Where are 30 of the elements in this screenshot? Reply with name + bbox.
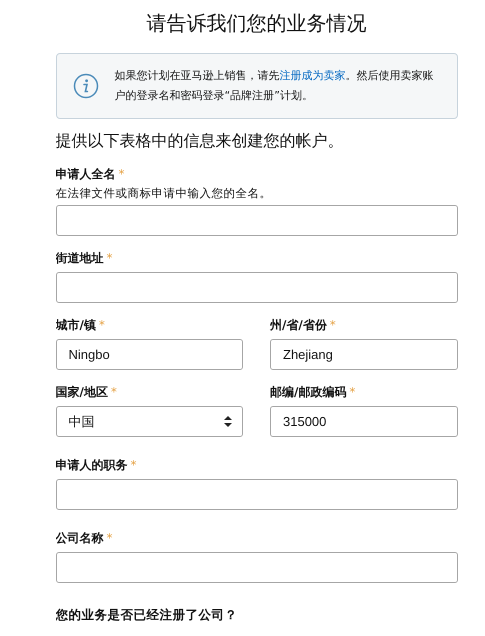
text-field[interactable] [56, 552, 458, 583]
required-asterisk: * [106, 251, 112, 265]
field-label: 国家/地区 [56, 385, 108, 399]
page-title: 请告诉我们您的业务情况 [146, 10, 368, 37]
field-label: 邮编/邮政编码 [270, 385, 346, 399]
text-field[interactable]: 315000 [270, 406, 458, 437]
field-label: 街道地址 [56, 251, 104, 265]
text-field[interactable] [56, 479, 458, 510]
text-field[interactable] [56, 272, 458, 303]
required-asterisk: * [98, 318, 105, 332]
section-intro: 提供以下表格中的信息来创建您的帐户。 [56, 131, 344, 152]
text-field[interactable] [56, 205, 458, 236]
info-icon [72, 73, 98, 99]
required-asterisk: * [106, 531, 112, 545]
field-hint: 在法律文件或商标申请中输入您的全名。 [56, 186, 272, 201]
country-select[interactable]: 中国 [56, 406, 243, 437]
required-asterisk: * [130, 458, 136, 472]
updown-caret-icon [224, 416, 232, 427]
field-label: 申请人全名 [56, 167, 116, 181]
required-asterisk: * [349, 385, 356, 399]
text-field[interactable]: Ningbo [56, 339, 243, 370]
register-link[interactable]: 注册成为卖家 [280, 69, 346, 82]
required-asterisk: * [330, 318, 336, 332]
field-label: 申请人的职务 [56, 458, 128, 472]
required-asterisk: * [110, 385, 117, 399]
text-field[interactable]: Zhejiang [270, 339, 458, 370]
info-text: 如果您计划在亚马逊上销售，请先注册成为卖家。然后使用卖家账户的登录名和密码登录“品牌注册”计划。 [114, 68, 434, 104]
field-label: 州/省/省份 [270, 318, 327, 332]
field-label: 公司名称 [56, 531, 104, 545]
required-asterisk: * [118, 167, 124, 181]
